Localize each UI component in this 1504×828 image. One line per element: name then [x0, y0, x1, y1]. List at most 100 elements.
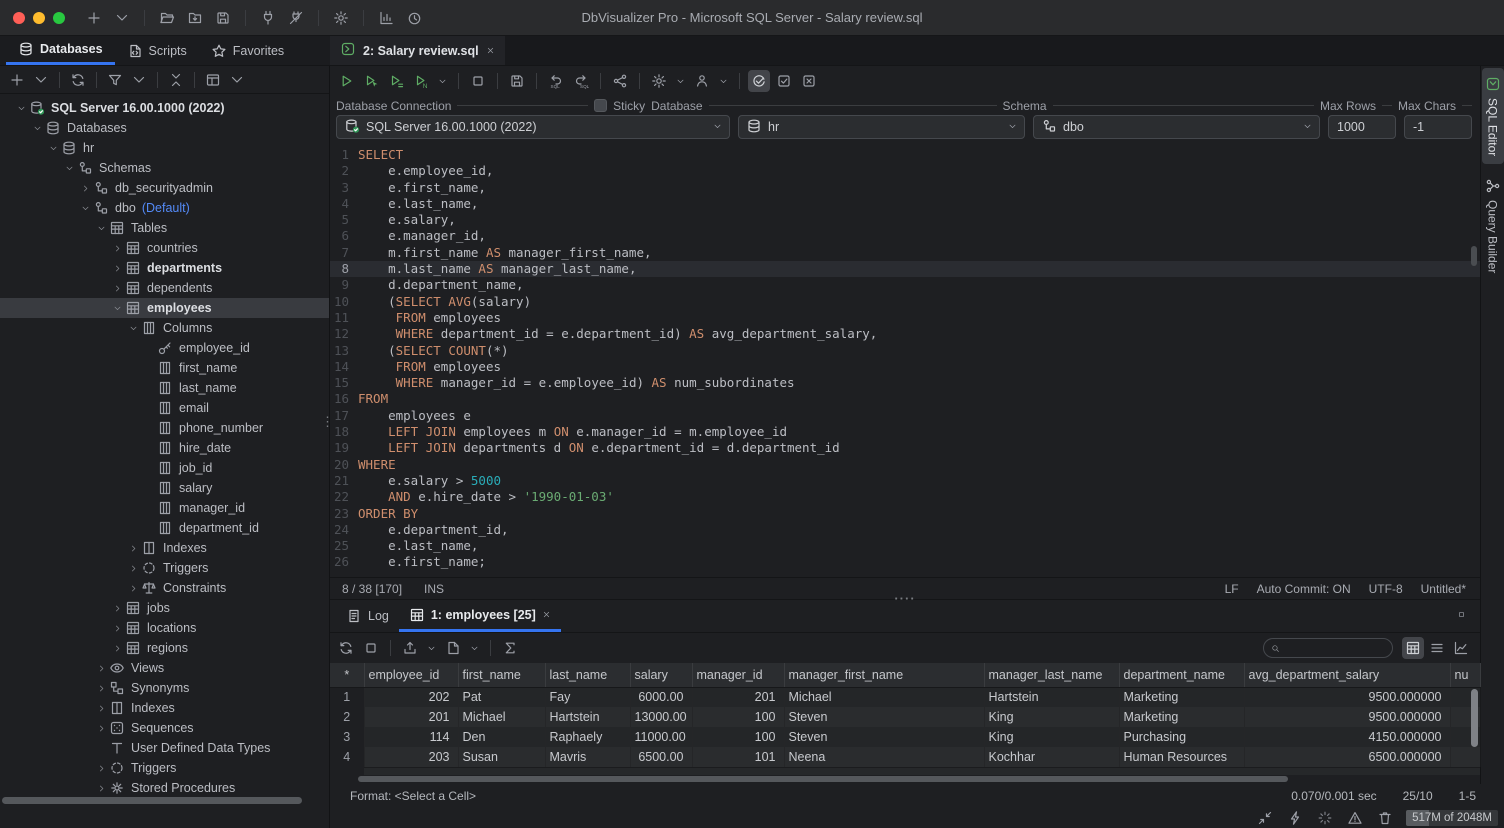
sidebar-tab-scripts[interactable]: Scripts — [115, 36, 199, 65]
sidebar-tab-favorites[interactable]: Favorites — [199, 36, 296, 65]
column-header-employee_id[interactable]: employee_id — [364, 663, 458, 687]
chevron-down-icon[interactable] — [1008, 122, 1017, 131]
tree-item-triggers[interactable]: Triggers — [0, 558, 329, 578]
zoom-window-button[interactable] — [53, 12, 65, 24]
grid-cell[interactable]: Raphaely — [545, 727, 630, 747]
grid-cell[interactable]: 201 — [692, 687, 784, 707]
code-line-20[interactable]: 20WHERE — [330, 457, 1480, 473]
code-line-25[interactable]: 25 e.last_name, — [330, 538, 1480, 554]
play-cursor-button[interactable] — [360, 70, 382, 92]
grid-cell[interactable]: 203 — [364, 747, 458, 767]
tree-item-job-id[interactable]: job_id — [0, 458, 329, 478]
chevron-down-button[interactable] — [435, 74, 450, 89]
plug-button[interactable] — [257, 7, 279, 29]
close-window-button[interactable] — [13, 12, 25, 24]
save-button[interactable] — [212, 7, 234, 29]
code-line-22[interactable]: 22 AND e.hire_date > '1990-01-03' — [330, 489, 1480, 505]
chevron-down-icon[interactable] — [113, 304, 122, 313]
trash-button[interactable] — [1376, 809, 1394, 827]
history-button[interactable] — [403, 7, 425, 29]
tree-item-dbo[interactable]: dbo(Default) — [0, 198, 329, 218]
column-header-manager_last_name[interactable]: manager_last_name — [984, 663, 1119, 687]
chevron-down-icon[interactable] — [97, 224, 106, 233]
doc-button[interactable] — [442, 637, 464, 659]
maximize-panel-button[interactable] — [1457, 608, 1466, 622]
chevron-right-icon[interactable] — [97, 784, 106, 793]
grid-cell[interactable]: Michael — [784, 687, 984, 707]
code-line-13[interactable]: 13 (SELECT COUNT(*) — [330, 343, 1480, 359]
tree-item-constraints[interactable]: Constraints — [0, 578, 329, 598]
code-line-5[interactable]: 5 e.salary, — [330, 212, 1480, 228]
grid-cell[interactable]: Susan — [458, 747, 545, 767]
chevron-right-icon[interactable] — [129, 544, 138, 553]
code-line-23[interactable]: 23ORDER BY — [330, 506, 1480, 522]
code-line-2[interactable]: 2 e.employee_id, — [330, 163, 1480, 179]
grid-cell[interactable]: 100 — [692, 707, 784, 727]
grid-cell[interactable]: Marketing — [1119, 707, 1244, 727]
code-line-12[interactable]: 12 WHERE department_id = e.department_id… — [330, 326, 1480, 342]
tree-item-locations[interactable]: locations — [0, 618, 329, 638]
sticky-checkbox[interactable] — [594, 99, 607, 112]
code-line-19[interactable]: 19 LEFT JOIN departments d ON e.departme… — [330, 440, 1480, 456]
person-button[interactable] — [691, 70, 713, 92]
chevron-right-icon[interactable] — [113, 644, 122, 653]
minimize-window-button[interactable] — [33, 12, 45, 24]
stop-button[interactable] — [360, 637, 382, 659]
tree-item-triggers[interactable]: Triggers — [0, 758, 329, 778]
export-button[interactable] — [399, 637, 421, 659]
code-line-6[interactable]: 6 e.manager_id, — [330, 228, 1480, 244]
grid-cell[interactable]: Steven — [784, 707, 984, 727]
commit-button[interactable] — [773, 70, 795, 92]
chevron-right-icon[interactable] — [113, 604, 122, 613]
results-tab-log[interactable]: Log — [336, 600, 399, 632]
close-icon[interactable] — [542, 610, 551, 619]
code-line-1[interactable]: 1SELECT — [330, 147, 1480, 163]
grid-cell[interactable]: Purchasing — [1119, 727, 1244, 747]
grid-cell[interactable]: 100 — [692, 727, 784, 747]
tree-item-countries[interactable]: countries — [0, 238, 329, 258]
grid-vertical-scrollbar[interactable] — [1471, 689, 1478, 747]
row-number[interactable]: 3 — [330, 727, 364, 747]
grid-cell[interactable]: 6000.00 — [630, 687, 692, 707]
schema-dropdown[interactable]: dbo — [1033, 115, 1320, 139]
chevron-right-icon[interactable] — [113, 624, 122, 633]
grid-cell[interactable]: 114 — [364, 727, 458, 747]
sql-code-editor[interactable]: 1SELECT2 e.employee_id,3 e.first_name,4 … — [330, 144, 1480, 577]
grid-cell[interactable]: Den — [458, 727, 545, 747]
grid-cell[interactable]: Hartstein — [545, 707, 630, 727]
gear-button[interactable] — [648, 70, 670, 92]
chevron-down-button[interactable] — [467, 641, 482, 656]
grid-cell[interactable]: 13000.00 — [630, 707, 692, 727]
code-line-24[interactable]: 24 e.department_id, — [330, 522, 1480, 538]
collapse-all-button[interactable] — [165, 69, 187, 91]
tree-item-synonyms[interactable]: Synonyms — [0, 678, 329, 698]
grid-cell[interactable]: Marketing — [1119, 687, 1244, 707]
branch-button[interactable] — [609, 70, 631, 92]
chevron-right-icon[interactable] — [113, 264, 122, 273]
folder-import-button[interactable] — [184, 7, 206, 29]
tree-item-schemas[interactable]: Schemas — [0, 158, 329, 178]
close-icon[interactable] — [486, 46, 495, 55]
chevron-right-icon[interactable] — [113, 244, 122, 253]
column-header-last_name[interactable]: last_name — [545, 663, 630, 687]
chevron-right-icon[interactable] — [97, 704, 106, 713]
tree-item-jobs[interactable]: jobs — [0, 598, 329, 618]
tree-item-salary[interactable]: salary — [0, 478, 329, 498]
grid-cell[interactable]: 4150.000000 — [1244, 727, 1450, 747]
column-header-manager_id[interactable]: manager_id — [692, 663, 784, 687]
tree-item-db-securityadmin[interactable]: db_securityadmin — [0, 178, 329, 198]
grid-cell[interactable]: 202 — [364, 687, 458, 707]
code-line-17[interactable]: 17 employees e — [330, 408, 1480, 424]
chevron-right-icon[interactable] — [97, 664, 106, 673]
chevron-down-icon[interactable] — [129, 324, 138, 333]
grid-search-input[interactable] — [1263, 638, 1393, 658]
connection-dropdown[interactable]: SQL Server 16.00.1000 (2022) — [336, 115, 730, 139]
code-line-10[interactable]: 10 (SELECT AVG(salary) — [330, 294, 1480, 310]
grid-cell[interactable]: Hartstein — [984, 687, 1119, 707]
plus-button[interactable] — [83, 7, 105, 29]
grid-cell[interactable]: Human Resources — [1119, 747, 1244, 767]
tree-item-last-name[interactable]: last_name — [0, 378, 329, 398]
view-toggle-grid[interactable] — [1402, 637, 1424, 659]
chevron-down-button[interactable] — [424, 641, 439, 656]
column-header-salary[interactable]: salary — [630, 663, 692, 687]
